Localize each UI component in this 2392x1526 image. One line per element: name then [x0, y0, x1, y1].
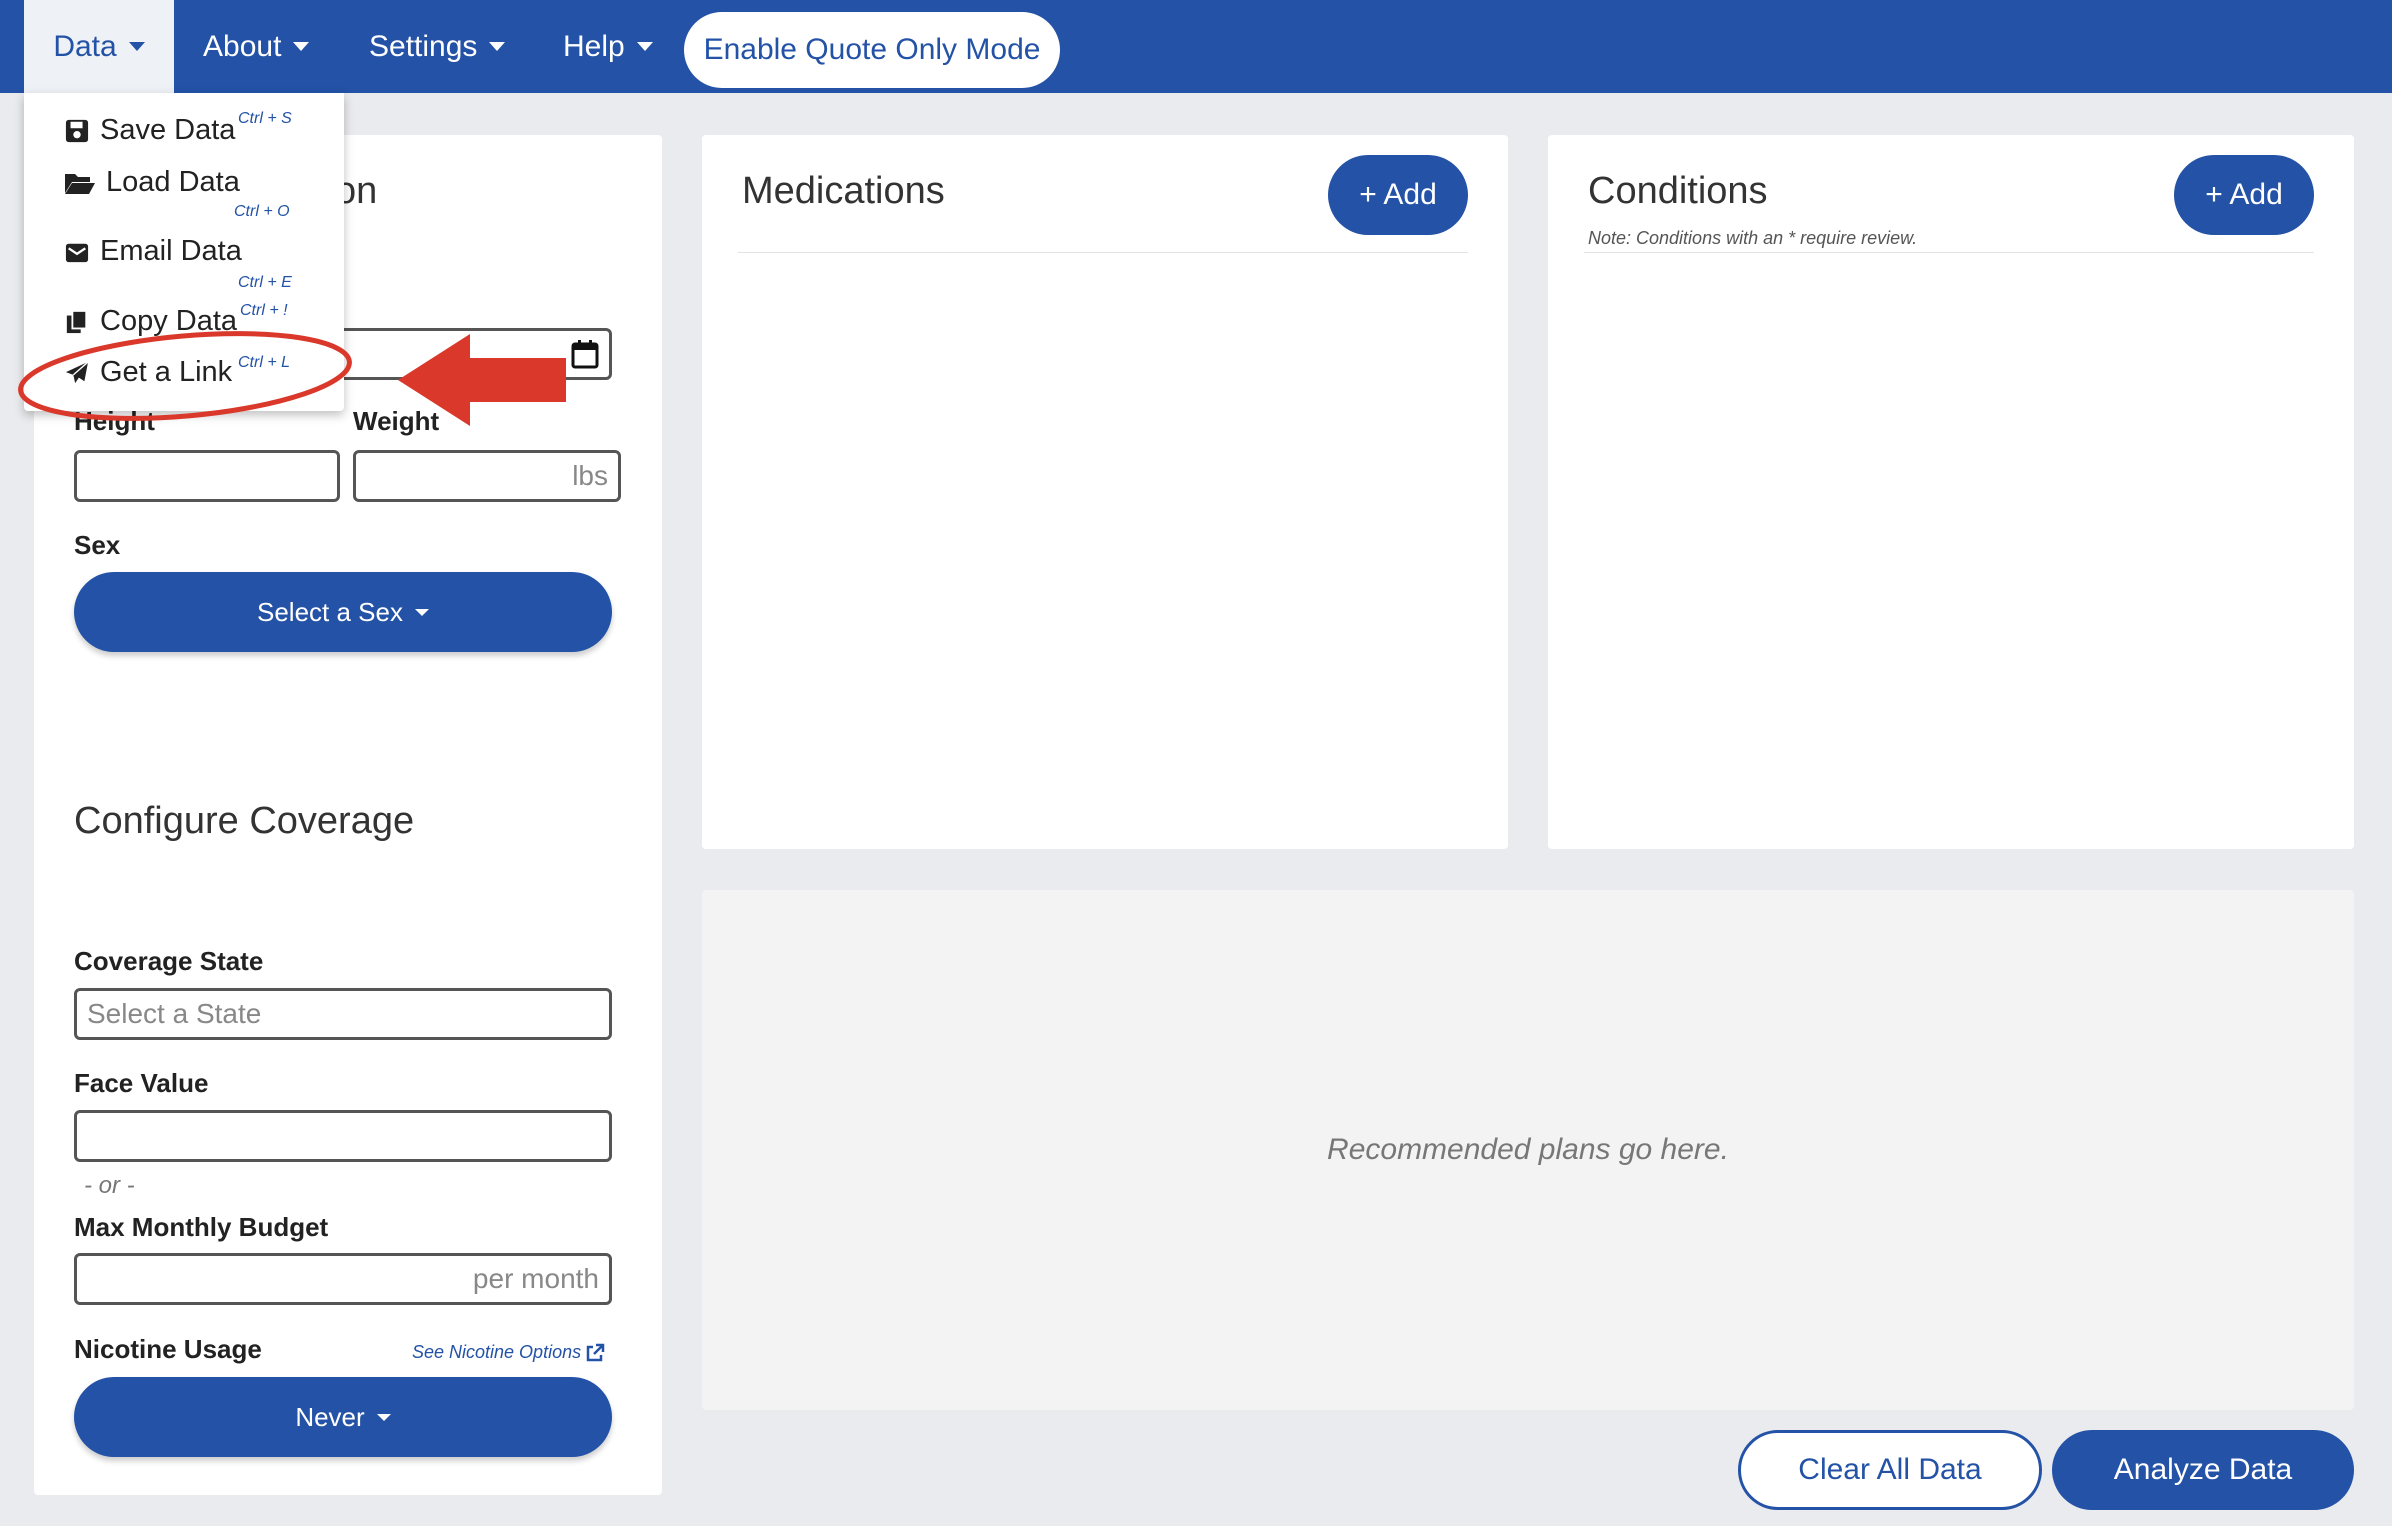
enable-quote-only-mode-button[interactable]: Enable Quote Only Mode: [684, 12, 1060, 88]
configure-coverage-title: Configure Coverage: [74, 800, 415, 842]
add-medication-button[interactable]: + Add: [1328, 155, 1468, 235]
nav-help-menu[interactable]: Help: [563, 0, 653, 93]
sex-label: Sex: [74, 530, 121, 560]
chevron-down-icon: [489, 42, 506, 51]
face-value-label: Face Value: [74, 1068, 209, 1098]
weight-input[interactable]: lbs: [353, 450, 621, 502]
max-monthly-budget-input[interactable]: per month: [74, 1253, 612, 1305]
weight-unit: lbs: [572, 460, 608, 491]
face-value-input[interactable]: [74, 1110, 612, 1162]
shortcut-hint: Ctrl + O: [234, 203, 290, 220]
coverage-state-input[interactable]: Select a State: [74, 988, 612, 1040]
budget-unit: per month: [472, 1263, 599, 1294]
medications-card: [702, 135, 1508, 849]
annotation-arrow-icon: [398, 334, 566, 426]
menu-item-label: Save Data: [100, 114, 236, 146]
recommended-plans-placeholder: Recommended plans go here.: [1327, 1133, 1729, 1166]
external-link-icon: [586, 1343, 605, 1361]
menu-item-label: Load Data: [106, 166, 240, 198]
save-icon: [65, 119, 89, 142]
see-nicotine-options-link[interactable]: See Nicotine Options: [412, 1342, 605, 1363]
add-condition-button[interactable]: + Add: [2174, 155, 2314, 235]
coverage-state-label: Coverage State: [74, 946, 264, 976]
nav-settings-label: Settings: [369, 29, 478, 63]
recommended-plans-panel: Recommended plans go here.: [702, 890, 2354, 1410]
conditions-note: Note: Conditions with an * require revie…: [1588, 228, 1918, 248]
coverage-state-placeholder: Select a State: [87, 998, 262, 1029]
nav-help-label: Help: [563, 29, 625, 63]
nav-about-label: About: [203, 29, 282, 63]
shortcut-hint: Ctrl + S: [238, 110, 292, 127]
max-monthly-budget-label: Max Monthly Budget: [74, 1212, 329, 1242]
chevron-down-icon: [128, 42, 145, 51]
nicotine-usage-value: Never: [295, 1401, 365, 1432]
height-input[interactable]: [74, 450, 340, 502]
shortcut-hint: Ctrl + E: [238, 274, 292, 291]
nav-data-menu[interactable]: Data: [24, 0, 174, 93]
medications-divider: [738, 252, 1468, 253]
nav-about-menu[interactable]: About: [203, 0, 310, 93]
clear-all-data-button[interactable]: Clear All Data: [1738, 1430, 2042, 1510]
chevron-down-icon: [414, 608, 429, 616]
top-navbar: [0, 0, 2392, 93]
nav-data-label: Data: [53, 29, 117, 63]
select-sex-button[interactable]: Select a Sex: [74, 572, 612, 652]
conditions-title: Conditions: [1588, 170, 1768, 212]
nav-settings-menu[interactable]: Settings: [369, 0, 506, 93]
medications-title: Medications: [742, 170, 945, 212]
menu-item-save-data[interactable]: Save Data: [64, 114, 235, 147]
analyze-data-button[interactable]: Analyze Data: [2052, 1430, 2354, 1510]
menu-item-label: Email Data: [100, 235, 242, 267]
email-icon: [65, 243, 89, 262]
select-sex-label: Select a Sex: [257, 596, 403, 627]
nicotine-usage-label: Nicotine Usage: [74, 1334, 262, 1364]
chevron-down-icon: [376, 1413, 391, 1421]
see-nicotine-options-label: See Nicotine Options: [412, 1342, 582, 1362]
menu-item-load-data[interactable]: Load Data: [64, 166, 240, 199]
menu-item-email-data[interactable]: Email Data: [64, 235, 242, 268]
folder-open-icon: [65, 173, 95, 194]
nicotine-usage-button[interactable]: Never: [74, 1377, 612, 1457]
chevron-down-icon: [636, 42, 653, 51]
conditions-divider: [1584, 252, 2314, 253]
or-separator: - or -: [84, 1172, 135, 1199]
chevron-down-icon: [293, 42, 310, 51]
